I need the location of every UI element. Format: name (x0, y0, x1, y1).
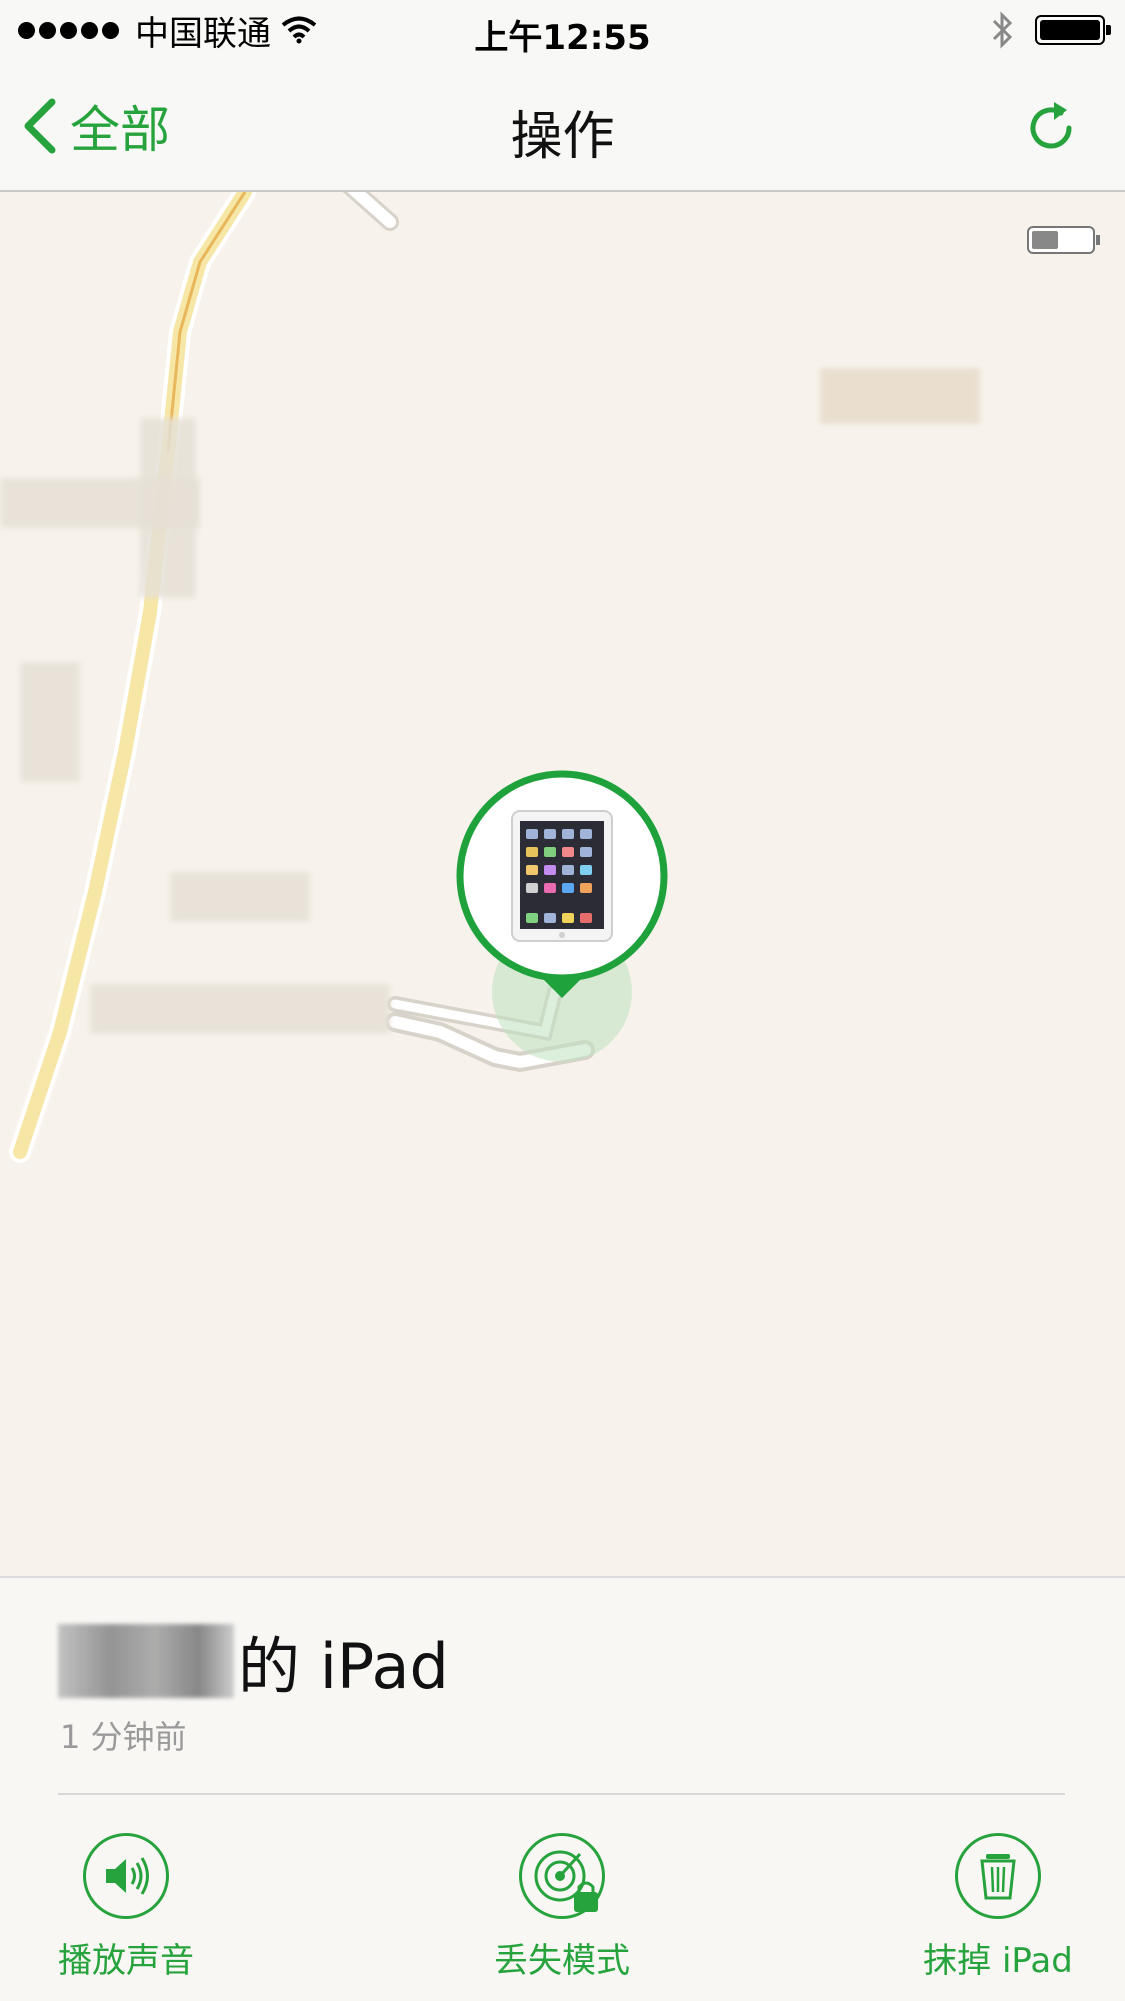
device-info-panel: 的 iPad 1 分钟前 播放声音 丢失模式 抹掉 iPad (0, 1576, 1125, 2001)
play-sound-label: 播放声音 (58, 1941, 194, 1981)
page-title: 操作 (510, 107, 615, 167)
speaker-icon (83, 1833, 169, 1919)
status-time: 上午12:55 (474, 18, 651, 58)
divider (58, 1793, 1065, 1795)
radar-lock-icon (519, 1833, 605, 1919)
device-name-row: 的 iPad (58, 1616, 449, 1706)
ipad-thumbnail-icon[interactable] (510, 809, 614, 943)
play-sound-button[interactable]: 播放声音 (16, 1833, 236, 1982)
map-label-blurred (90, 984, 390, 1034)
map-label-blurred (20, 662, 80, 782)
map-label-blurred (820, 368, 980, 424)
redacted-owner-name (58, 1624, 234, 1698)
lost-mode-label: 丢失模式 (494, 1941, 630, 1981)
erase-ipad-button[interactable]: 抹掉 iPad (888, 1833, 1108, 1982)
map-view[interactable] (0, 192, 1125, 1576)
map-label-blurred (140, 418, 196, 598)
erase-ipad-label: 抹掉 iPad (923, 1941, 1073, 1981)
map-label-blurred (170, 872, 310, 922)
last-seen-time: 1 分钟前 (60, 1718, 187, 1756)
device-battery-icon (1027, 226, 1100, 254)
status-bar: 中国联通 上午12:55 (0, 0, 1125, 62)
bluetooth-icon (992, 11, 1013, 49)
trash-icon (955, 1833, 1041, 1919)
status-right (991, 10, 1111, 50)
lost-mode-button[interactable]: 丢失模式 (452, 1833, 672, 1982)
battery-icon (1035, 15, 1111, 45)
navigation-bar: 全部 操作 (0, 62, 1125, 192)
device-name: 的 iPad (238, 1630, 449, 1703)
refresh-icon[interactable] (1021, 98, 1081, 158)
